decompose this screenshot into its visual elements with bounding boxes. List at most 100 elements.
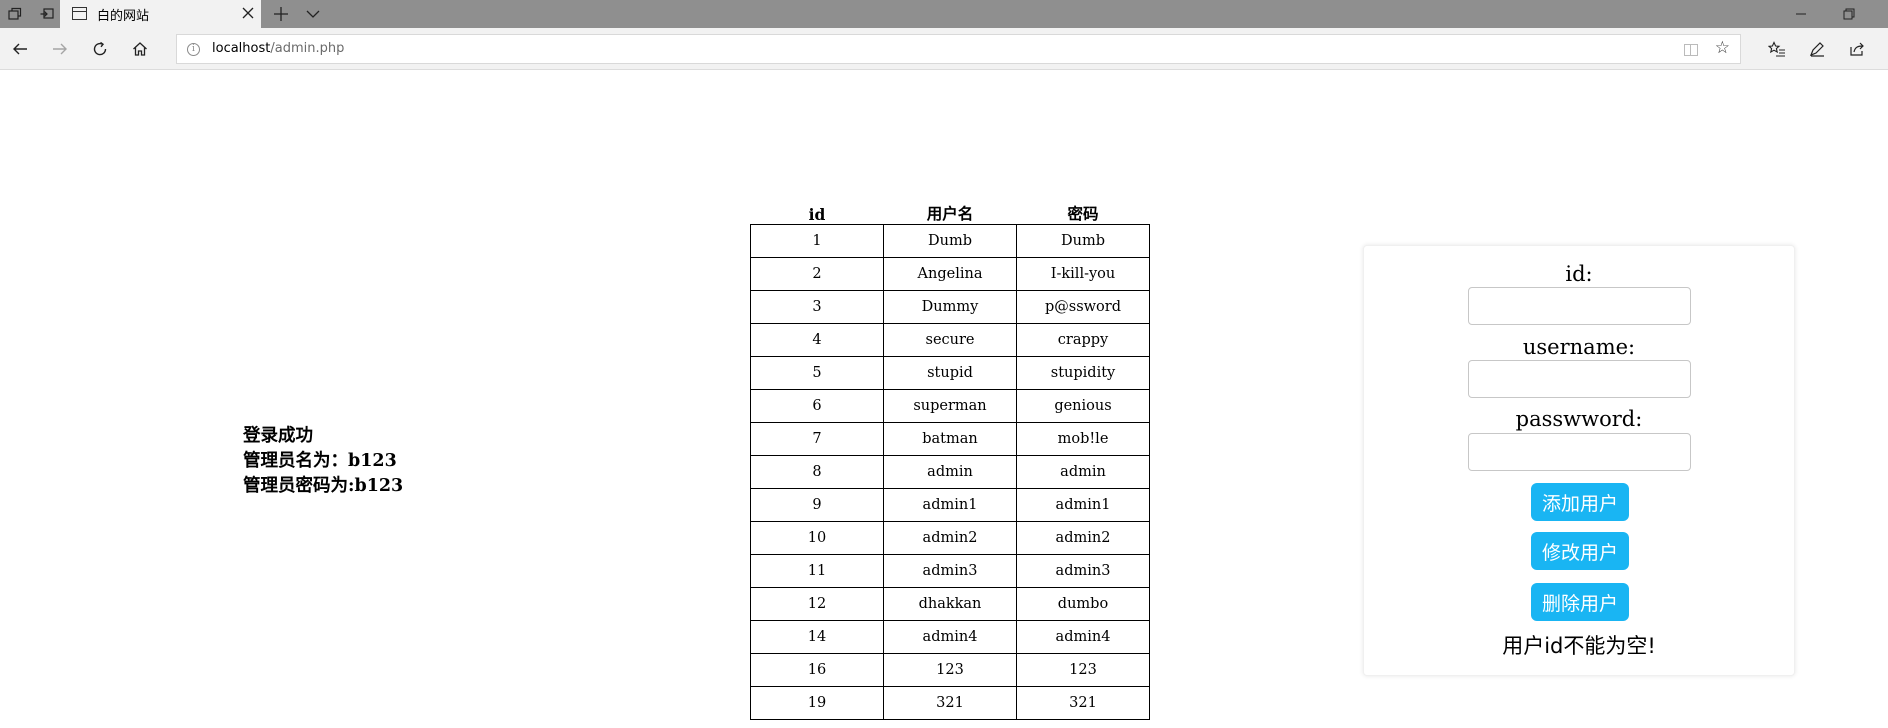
column-header-id: id — [808, 205, 826, 224]
restore-icon — [1843, 8, 1855, 20]
cell-username: superman — [883, 389, 1017, 423]
cell-password: stupidity — [1016, 356, 1150, 390]
set-aside-tabs-button[interactable] — [34, 0, 60, 28]
cell-password: mob!le — [1016, 422, 1150, 456]
cell-username: admin4 — [883, 620, 1017, 654]
cell-username: 321 — [883, 686, 1017, 720]
cell-username: Angelina — [883, 257, 1017, 291]
share-button[interactable] — [1837, 28, 1877, 70]
table-row: 1 Dumb Dumb — [750, 224, 1150, 258]
cell-id: 2 — [750, 257, 884, 291]
cell-username: secure — [883, 323, 1017, 357]
password-input[interactable] — [1468, 433, 1691, 471]
address-bar[interactable]: i localhost/admin.php ☆ — [176, 34, 1741, 64]
column-header-username: 用户名 — [926, 204, 974, 223]
table-row: 12 dhakkan dumbo — [750, 587, 1150, 621]
cell-password: 123 — [1016, 653, 1150, 687]
favorites-button[interactable] — [1757, 28, 1797, 70]
arrow-left-icon — [13, 43, 27, 55]
cell-id: 9 — [750, 488, 884, 522]
login-success-text: 登录成功 — [243, 426, 313, 446]
cell-password: I-kill-you — [1016, 257, 1150, 291]
table-row: 11 admin3 admin3 — [750, 554, 1150, 588]
cell-password: 321 — [1016, 686, 1150, 720]
reading-view-icon[interactable] — [1684, 44, 1698, 56]
cell-id: 1 — [750, 224, 884, 258]
cell-username: Dummy — [883, 290, 1017, 324]
back-button[interactable] — [0, 28, 40, 70]
delete-user-button[interactable]: 删除用户 — [1531, 583, 1629, 621]
column-header-password: 密码 — [1067, 204, 1099, 223]
cell-password: dumbo — [1016, 587, 1150, 621]
cell-username: batman — [883, 422, 1017, 456]
users-table: id 用户名 密码 1 Dumb Dumb 2 Angelina I-kill-you … — [750, 202, 1150, 720]
table-row: 3 Dummy p@ssword — [750, 290, 1150, 324]
id-input[interactable] — [1468, 287, 1691, 325]
table-row: 9 admin1 admin1 — [750, 488, 1150, 522]
username-input[interactable] — [1468, 360, 1691, 398]
table-row: 10 admin2 admin2 — [750, 521, 1150, 555]
id-label: id: — [1565, 262, 1593, 286]
info-icon[interactable]: i — [187, 43, 200, 56]
admin-password-text: 管理员密码为:b123 — [243, 476, 404, 496]
table-row: 14 admin4 admin4 — [750, 620, 1150, 654]
active-tab[interactable]: 白的网站 — [60, 0, 261, 28]
table-row: 6 superman genious — [750, 389, 1150, 423]
restore-button[interactable] — [1826, 0, 1872, 28]
url-text[interactable]: localhost/admin.php — [212, 41, 344, 56]
minimize-button[interactable] — [1778, 0, 1824, 28]
tab-list-button[interactable] — [300, 0, 326, 28]
table-row: 19 321 321 — [750, 686, 1150, 720]
cell-username: dhakkan — [883, 587, 1017, 621]
cell-password: admin — [1016, 455, 1150, 489]
add-user-button[interactable]: 添加用户 — [1531, 483, 1629, 521]
admin-name-text: 管理员名为：b123 — [243, 451, 397, 471]
cell-password: admin4 — [1016, 620, 1150, 654]
cell-password: Dumb — [1016, 224, 1150, 258]
new-tab-button[interactable] — [268, 0, 294, 28]
password-label: passwword: — [1515, 407, 1643, 431]
web-note-button[interactable] — [1797, 28, 1837, 70]
error-message: 用户id不能为空! — [1502, 634, 1656, 658]
home-button[interactable] — [120, 28, 160, 70]
refresh-icon — [93, 41, 107, 56]
table-row: 5 stupid stupidity — [750, 356, 1150, 390]
pen-icon — [1809, 42, 1824, 57]
cell-password: genious — [1016, 389, 1150, 423]
modify-user-button[interactable]: 修改用户 — [1531, 532, 1629, 570]
cell-id: 4 — [750, 323, 884, 357]
home-icon — [133, 42, 147, 56]
cell-password: crappy — [1016, 323, 1150, 357]
cell-id: 14 — [750, 620, 884, 654]
cell-id: 12 — [750, 587, 884, 621]
navigation-bar: i localhost/admin.php ☆ — [0, 28, 1888, 70]
plus-icon — [274, 7, 288, 21]
cell-id: 7 — [750, 422, 884, 456]
cell-id: 11 — [750, 554, 884, 588]
cell-id: 19 — [750, 686, 884, 720]
cell-username: 123 — [883, 653, 1017, 687]
cell-id: 16 — [750, 653, 884, 687]
chevron-down-icon — [306, 10, 320, 18]
tab-bar: 白的网站 — [0, 0, 1888, 28]
page-icon — [72, 7, 87, 20]
set-aside-icon — [40, 8, 54, 19]
tab-preview-button[interactable] — [2, 0, 28, 28]
tab-preview-icon — [8, 7, 22, 20]
cell-id: 3 — [750, 290, 884, 324]
refresh-button[interactable] — [80, 28, 120, 70]
cell-id: 5 — [750, 356, 884, 390]
cell-username: admin — [883, 455, 1017, 489]
minimize-icon — [1796, 13, 1806, 15]
share-icon — [1850, 42, 1864, 56]
cell-username: Dumb — [883, 224, 1017, 258]
forward-button[interactable] — [40, 28, 80, 70]
table-row: 7 batman mob!le — [750, 422, 1150, 456]
arrow-right-icon — [53, 43, 67, 55]
cell-id: 10 — [750, 521, 884, 555]
cell-username: admin2 — [883, 521, 1017, 555]
cell-password: admin1 — [1016, 488, 1150, 522]
favorite-star-icon[interactable]: ☆ — [1715, 38, 1730, 58]
cell-password: admin2 — [1016, 521, 1150, 555]
close-tab-button[interactable] — [238, 3, 258, 23]
